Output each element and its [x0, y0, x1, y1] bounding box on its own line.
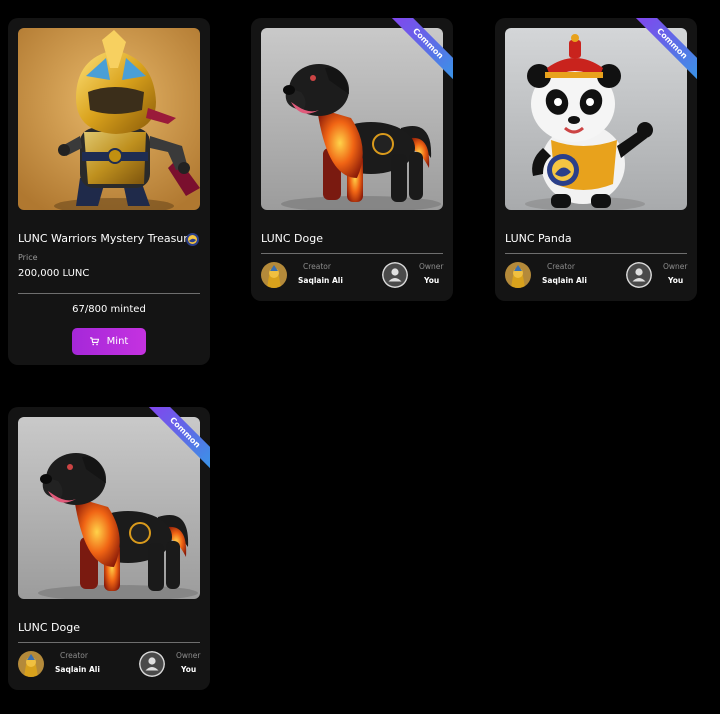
panda-image: [505, 28, 687, 210]
golden-warrior-image: [18, 28, 200, 210]
price-label: Price: [18, 253, 38, 262]
nft-title: LUNC Panda: [505, 232, 572, 245]
creator-avatar[interactable]: [261, 262, 287, 288]
owner-label: Owner: [176, 651, 201, 660]
divider: [505, 253, 687, 254]
mint-button[interactable]: Mint: [72, 328, 146, 355]
creator-name[interactable]: Saqlain Ali: [55, 665, 100, 674]
creator-label: Creator: [547, 262, 575, 271]
nft-title: LUNC Warriors Mystery Treasure: [18, 232, 195, 245]
creator-label: Creator: [60, 651, 88, 660]
fire-dog-image: [18, 417, 200, 599]
creator-label: Creator: [303, 262, 331, 271]
user-icon: [139, 651, 165, 677]
nft-card-lunc-doge[interactable]: Common LUNC Doge Creator Saqlain Ali Own…: [251, 18, 453, 301]
lunc-coin-icon: [186, 231, 199, 246]
creator-avatar[interactable]: [505, 262, 531, 288]
minted-count: 67/800 minted: [72, 304, 146, 315]
owner-avatar[interactable]: [626, 262, 652, 288]
divider: [261, 253, 443, 254]
user-icon: [382, 262, 408, 288]
owner-name: You: [668, 276, 684, 285]
cart-icon: [89, 337, 99, 346]
doge-nft-image[interactable]: [261, 28, 443, 210]
fire-dog-image: [261, 28, 443, 210]
panda-nft-image[interactable]: [505, 28, 687, 210]
nft-title: LUNC Doge: [261, 232, 323, 245]
creator-name[interactable]: Saqlain Ali: [298, 276, 343, 285]
doge-nft-image[interactable]: [18, 417, 200, 599]
divider: [18, 293, 200, 294]
owner-avatar[interactable]: [382, 262, 408, 288]
owner-label: Owner: [419, 262, 444, 271]
owner-name: You: [424, 276, 440, 285]
mint-button-label: Mint: [106, 336, 129, 347]
owner-name: You: [181, 665, 197, 674]
owner-avatar[interactable]: [139, 651, 165, 677]
nft-card-lunc-doge-2[interactable]: Common LUNC Doge Creator Saqlain Ali Own…: [8, 407, 210, 690]
creator-avatar[interactable]: [18, 651, 44, 677]
price-value: 200,000 LUNC: [18, 268, 90, 279]
owner-label: Owner: [663, 262, 688, 271]
nft-card-lunc-panda[interactable]: Common LUNC Panda Creator Saqlain Ali Ow…: [495, 18, 697, 301]
divider: [18, 642, 200, 643]
user-icon: [626, 262, 652, 288]
creator-name[interactable]: Saqlain Ali: [542, 276, 587, 285]
warrior-nft-image[interactable]: [18, 28, 200, 210]
nft-card-mystery-treasure[interactable]: LUNC Warriors Mystery Treasure Price 200…: [8, 18, 210, 365]
nft-title: LUNC Doge: [18, 621, 80, 634]
